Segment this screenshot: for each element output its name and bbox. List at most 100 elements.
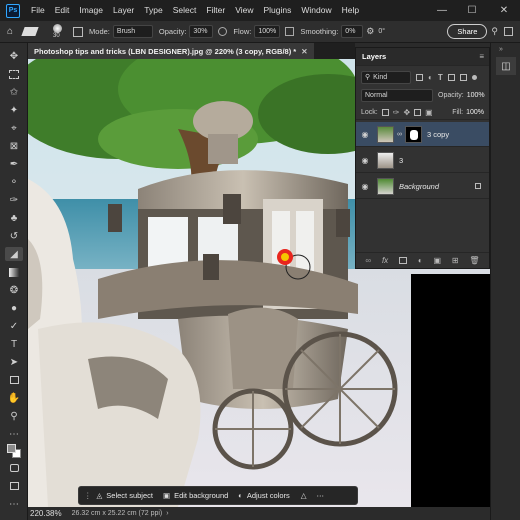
menu-select[interactable]: Select <box>168 0 202 21</box>
lock-all-icon[interactable]: ▣ <box>425 108 433 117</box>
layer-style-icon[interactable]: fx <box>382 256 388 265</box>
fill-value[interactable]: 100% <box>466 109 484 116</box>
restore-button[interactable]: ☐ <box>458 0 486 21</box>
mode-select[interactable]: Brush <box>112 25 153 38</box>
menu-window[interactable]: Window <box>296 0 336 21</box>
workspace-icon[interactable] <box>504 27 513 36</box>
quick-mask-icon[interactable] <box>5 461 23 475</box>
menu-help[interactable]: Help <box>337 0 364 21</box>
edit-toolbar-icon[interactable]: ⋯ <box>5 497 23 511</box>
path-selection-tool-icon[interactable]: ➤ <box>5 355 23 369</box>
filter-smart-object-icon[interactable] <box>459 73 467 81</box>
menu-edit[interactable]: Edit <box>50 0 75 21</box>
close-tab-icon[interactable]: ✕ <box>301 47 307 56</box>
brush-settings-icon[interactable] <box>73 26 84 37</box>
angle-value[interactable]: 0° <box>378 28 385 35</box>
blur-tool-icon[interactable]: ❂ <box>5 283 23 297</box>
hand-tool-icon[interactable]: ✋ <box>5 391 23 405</box>
new-group-icon[interactable]: ▣ <box>434 256 442 265</box>
menu-image[interactable]: Image <box>74 0 108 21</box>
lasso-tool-icon[interactable]: ✩ <box>5 85 23 99</box>
add-mask-icon[interactable] <box>399 257 407 264</box>
filter-shape-icon[interactable] <box>447 73 455 81</box>
zoom-level[interactable]: 220.38% <box>30 509 62 518</box>
move-tool-icon[interactable]: ✥ <box>5 49 23 63</box>
visibility-eye-icon[interactable]: ◉ <box>359 182 371 191</box>
menu-type[interactable]: Type <box>139 0 167 21</box>
document-tab[interactable]: Photoshop tips and tricks (LBN DESIGNER)… <box>28 43 314 59</box>
object-selection-tool-icon[interactable]: ✦ <box>5 103 23 117</box>
select-subject-button[interactable]: ◬ Select subject <box>92 491 158 500</box>
new-layer-icon[interactable]: ⊞ <box>452 256 459 265</box>
opacity-value[interactable]: 100% <box>467 92 485 99</box>
lock-artboard-icon[interactable] <box>414 109 422 116</box>
opacity-field[interactable]: 30% <box>189 25 214 38</box>
status-arrow-icon[interactable]: › <box>166 510 168 517</box>
gradient-tool-icon[interactable] <box>5 265 23 279</box>
more-options-icon[interactable]: ⋯ <box>317 491 325 500</box>
share-button[interactable]: Share <box>447 24 488 39</box>
filter-pixel-icon[interactable] <box>416 73 423 81</box>
clone-stamp-tool-icon[interactable]: ♣ <box>5 211 23 225</box>
menu-plugins[interactable]: Plugins <box>258 0 296 21</box>
type-tool-icon[interactable]: T <box>5 337 23 351</box>
eyedropper-tool-icon[interactable]: ✒ <box>5 157 23 171</box>
visibility-eye-icon[interactable]: ◉ <box>359 156 371 165</box>
filter-toggle-icon[interactable] <box>471 74 477 80</box>
healing-brush-tool-icon[interactable]: ⚬ <box>5 175 23 189</box>
frame-tool-icon[interactable]: ⊠ <box>5 139 23 153</box>
menu-filter[interactable]: Filter <box>201 0 230 21</box>
zoom-tool-icon[interactable]: ⚲ <box>5 409 23 423</box>
layer-row-3[interactable]: ◉ 3 <box>356 148 489 173</box>
brush-preset-picker[interactable]: 30 <box>47 23 69 41</box>
foreground-color-swatch[interactable] <box>7 444 16 453</box>
filter-type-icon[interactable]: T <box>438 73 443 82</box>
brush-tool-icon[interactable]: ✑ <box>5 193 23 207</box>
smoothing-field[interactable]: 0% <box>341 25 364 38</box>
panel-menu-icon[interactable]: ≡ <box>479 52 484 61</box>
menu-file[interactable]: File <box>26 0 50 21</box>
delete-layer-icon[interactable]: 🗑 <box>469 256 479 265</box>
panel-collapse-icon[interactable]: » <box>499 46 503 53</box>
home-icon[interactable]: ⌂ <box>7 26 13 37</box>
transform-icon[interactable]: △ <box>301 491 307 500</box>
edit-background-button[interactable]: ▣ Edit background <box>158 491 233 500</box>
layer-mask-thumbnail[interactable] <box>405 125 422 143</box>
layer-name[interactable]: Background <box>399 182 439 191</box>
color-swatches[interactable] <box>5 443 23 459</box>
lock-position-icon[interactable]: ✥ <box>403 108 410 117</box>
flow-field[interactable]: 100% <box>254 25 281 38</box>
blend-mode-select[interactable]: Normal <box>361 88 433 102</box>
layer-row-background[interactable]: ◉ Background <box>356 174 489 199</box>
airbrush-icon[interactable] <box>285 27 295 36</box>
crop-tool-icon[interactable]: ⌖ <box>5 121 23 135</box>
search-icon[interactable]: ⚲ <box>491 26 498 37</box>
layer-name[interactable]: 3 copy <box>427 130 449 139</box>
dodge-tool-icon[interactable]: ● <box>5 301 23 315</box>
eraser-tool-icon[interactable] <box>21 27 39 36</box>
minimize-button[interactable]: — <box>428 0 456 21</box>
layer-row-3-copy[interactable]: ◉ ∞ 3 copy <box>356 122 489 147</box>
rectangle-tool-icon[interactable] <box>5 373 23 387</box>
visibility-eye-icon[interactable]: ◉ <box>359 130 371 139</box>
pressure-opacity-icon[interactable] <box>218 27 228 36</box>
link-layers-icon[interactable]: ∞ <box>365 256 371 265</box>
screen-mode-icon[interactable] <box>5 479 23 493</box>
smoothing-gear-icon[interactable]: ⚙ <box>366 26 374 37</box>
marquee-tool-icon[interactable] <box>5 67 23 81</box>
lock-brush-icon[interactable]: ✑ <box>393 108 400 117</box>
more-tools-icon[interactable]: ⋯ <box>5 427 23 441</box>
menu-view[interactable]: View <box>230 0 258 21</box>
close-button[interactable]: ✕ <box>490 0 518 21</box>
layer-name[interactable]: 3 <box>399 156 403 165</box>
layers-panel-title[interactable]: Layers <box>362 52 386 61</box>
layers-dock-icon[interactable]: ◫ <box>496 57 516 75</box>
pen-tool-icon[interactable]: ✓ <box>5 319 23 333</box>
filter-adjustment-icon[interactable]: ◐ <box>428 73 433 82</box>
lock-pixels-icon[interactable] <box>381 109 389 116</box>
adjust-colors-button[interactable]: ◐ Adjust colors <box>233 491 294 500</box>
history-brush-tool-icon[interactable]: ↺ <box>5 229 23 243</box>
adjustment-layer-icon[interactable]: ◐ <box>418 256 423 265</box>
filter-kind-select[interactable]: ⚲ Kind <box>361 70 411 84</box>
menu-layer[interactable]: Layer <box>108 0 139 21</box>
